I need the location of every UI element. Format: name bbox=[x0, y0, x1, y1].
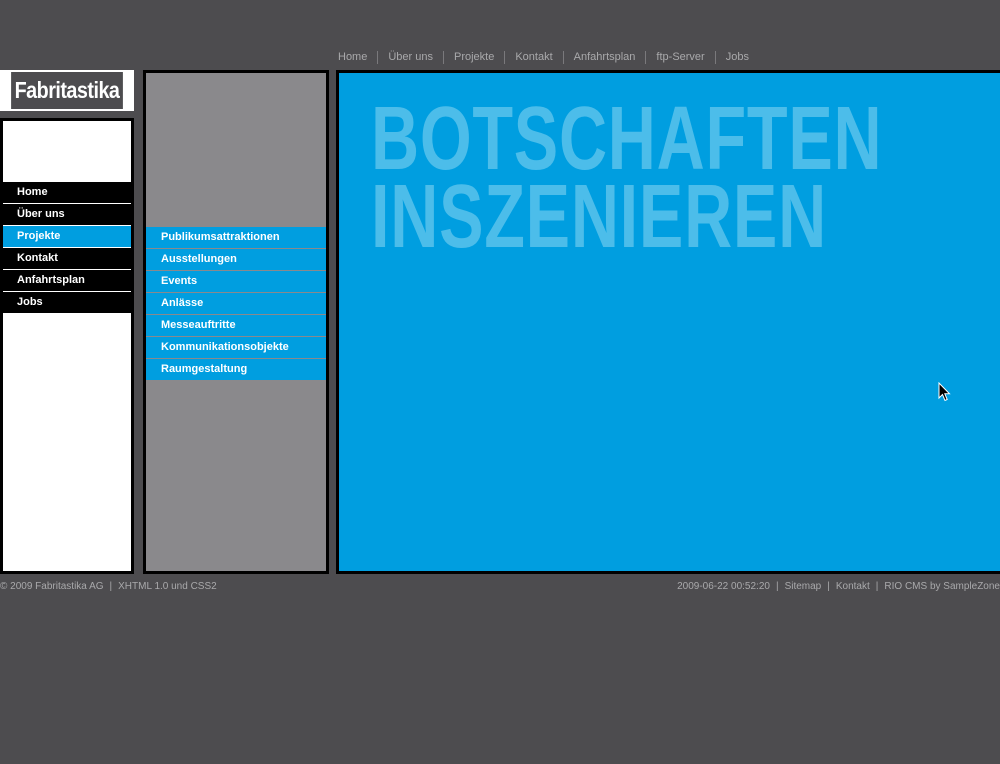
sub-nav: Publikumsattraktionen Ausstellungen Even… bbox=[146, 227, 326, 381]
sub-nav-ausstellungen[interactable]: Ausstellungen bbox=[146, 249, 326, 270]
main-nav-jobs[interactable]: Jobs bbox=[3, 292, 131, 313]
top-nav-jobs[interactable]: Jobs bbox=[716, 50, 759, 64]
hero-line-2: INSZENIEREN bbox=[371, 167, 827, 267]
sub-nav-kommunikationsobjekte[interactable]: Kommunikationsobjekte bbox=[146, 337, 326, 358]
sub-column-panel: Publikumsattraktionen Ausstellungen Even… bbox=[146, 73, 326, 571]
main-nav: Home Über uns Projekte Kontakt Anfahrtsp… bbox=[3, 182, 131, 314]
hero-headline: BOTSCHAFTEN INSZENIEREN bbox=[371, 94, 882, 267]
sub-nav-raumgestaltung[interactable]: Raumgestaltung bbox=[146, 359, 326, 380]
top-nav-anfahrtsplan[interactable]: Anfahrtsplan bbox=[564, 50, 646, 64]
footer-copyright: © 2009 Fabritastika AG bbox=[0, 581, 104, 592]
footer-timestamp: 2009-06-22 00:52:20 bbox=[677, 581, 770, 592]
main-nav-anfahrtsplan[interactable]: Anfahrtsplan bbox=[3, 270, 131, 291]
sub-column: Publikumsattraktionen Ausstellungen Even… bbox=[143, 70, 329, 574]
top-nav-projekte[interactable]: Projekte bbox=[444, 50, 504, 64]
footer-tech: XHTML 1.0 und CSS2 bbox=[118, 581, 217, 592]
top-nav: Home Über uns Projekte Kontakt Anfahrtsp… bbox=[328, 50, 759, 64]
footer-separator: | bbox=[775, 581, 779, 592]
hero-panel: BOTSCHAFTEN INSZENIEREN bbox=[339, 73, 1000, 571]
footer-left: © 2009 Fabritastika AG | XHTML 1.0 und CSS… bbox=[0, 581, 217, 592]
left-column: Home Über uns Projekte Kontakt Anfahrtsp… bbox=[0, 118, 134, 574]
arrow-cursor-icon bbox=[938, 382, 951, 402]
footer-right: 2009-06-22 00:52:20 | Sitemap | Kontakt | RIO … bbox=[677, 581, 1000, 592]
sub-nav-events[interactable]: Events bbox=[146, 271, 326, 292]
top-nav-ftp-server[interactable]: ftp-Server bbox=[646, 50, 714, 64]
main-nav-ueber-uns[interactable]: Über uns bbox=[3, 204, 131, 225]
sub-nav-publikumsattraktionen[interactable]: Publikumsattraktionen bbox=[146, 227, 326, 248]
footer-cms-link[interactable]: RIO CMS by SampleZone bbox=[884, 581, 1000, 592]
main-content: BOTSCHAFTEN INSZENIEREN bbox=[336, 70, 1000, 574]
footer-kontakt-link[interactable]: Kontakt bbox=[836, 581, 870, 592]
footer-separator: | bbox=[827, 581, 830, 592]
site-logo[interactable]: Fabritastika bbox=[0, 70, 134, 111]
top-nav-ueber-uns[interactable]: Über uns bbox=[378, 50, 443, 64]
footer-separator: | bbox=[109, 581, 113, 592]
sub-nav-messeauftritte[interactable]: Messeauftritte bbox=[146, 315, 326, 336]
sub-nav-anlaesse[interactable]: Anlässe bbox=[146, 293, 326, 314]
footer-sitemap-link[interactable]: Sitemap bbox=[785, 581, 822, 592]
footer-separator: | bbox=[875, 581, 879, 592]
logo-text: Fabritastika bbox=[11, 72, 123, 109]
top-nav-kontakt[interactable]: Kontakt bbox=[505, 50, 562, 64]
top-nav-home[interactable]: Home bbox=[328, 50, 377, 64]
main-nav-projekte[interactable]: Projekte bbox=[3, 226, 131, 247]
main-nav-home[interactable]: Home bbox=[3, 182, 131, 203]
main-nav-kontakt[interactable]: Kontakt bbox=[3, 248, 131, 269]
left-column-panel: Home Über uns Projekte Kontakt Anfahrtsp… bbox=[3, 121, 131, 571]
